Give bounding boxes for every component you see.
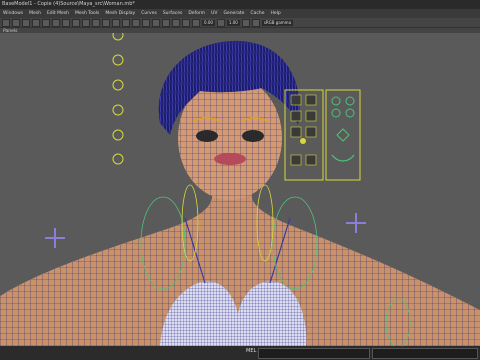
toolbar-button[interactable] <box>62 18 70 27</box>
menu-generate[interactable]: Generate <box>223 11 244 16</box>
toolbar-button[interactable] <box>192 18 200 27</box>
menu-bar: Windows Mesh Edit Mesh Mesh Tools Mesh D… <box>0 9 480 18</box>
menu-mesh[interactable]: Mesh <box>29 11 41 16</box>
toolbar-button[interactable] <box>162 18 170 27</box>
camera-icon[interactable] <box>12 18 20 27</box>
toolbar-button[interactable] <box>241 18 250 27</box>
menu-windows[interactable]: Windows <box>3 11 23 16</box>
value-a-field[interactable]: 0.00 <box>202 19 215 26</box>
toolbar-button[interactable] <box>52 18 60 27</box>
toolbar-button[interactable] <box>102 18 110 27</box>
menu-cache[interactable]: Cache <box>250 11 264 16</box>
mel-output <box>372 348 478 359</box>
viewport-toolbar: 0.00 1.00 sRGB gamma <box>0 18 480 28</box>
toolbar-button[interactable] <box>122 18 130 27</box>
toolbar-button[interactable] <box>251 18 260 27</box>
lighting-icon[interactable] <box>22 18 30 27</box>
face-control-board[interactable] <box>284 89 361 181</box>
menu-surfaces[interactable]: Surfaces <box>163 11 183 16</box>
toolbar-button[interactable] <box>142 18 150 27</box>
toolbar-button[interactable] <box>72 18 80 27</box>
control-circles <box>112 33 124 165</box>
mel-label: MEL <box>246 348 257 354</box>
isolate-icon[interactable] <box>32 18 40 27</box>
menu-mesh-tools[interactable]: Mesh Tools <box>75 11 99 16</box>
toolbar-button[interactable] <box>82 18 90 27</box>
color-space-field[interactable]: sRGB gamma <box>261 19 294 26</box>
grid-icon[interactable] <box>2 18 10 27</box>
toolbar-button[interactable] <box>182 18 190 27</box>
menu-curves[interactable]: Curves <box>141 11 157 16</box>
toolbar-button[interactable] <box>132 18 140 27</box>
menu-edit-mesh[interactable]: Edit Mesh <box>47 11 69 16</box>
toolbar-button[interactable] <box>216 18 225 27</box>
menu-uv[interactable]: UV <box>211 11 217 16</box>
toolbar-button[interactable] <box>42 18 50 27</box>
menu-help[interactable]: Help <box>270 11 280 16</box>
toolbar-button[interactable] <box>172 18 180 27</box>
value-b-field[interactable]: 1.00 <box>226 19 240 26</box>
mel-input[interactable] <box>258 348 370 359</box>
toolbar-button[interactable] <box>112 18 120 27</box>
toolbar-button[interactable] <box>92 18 100 27</box>
menu-mesh-display[interactable]: Mesh Display <box>105 11 135 16</box>
toolbar-button[interactable] <box>152 18 160 27</box>
window-title: BaseModel1 - Copie (4)Source\Maya_src\Wo… <box>0 0 480 9</box>
3d-viewport[interactable] <box>0 33 480 346</box>
menu-deform[interactable]: Deform <box>188 11 205 16</box>
